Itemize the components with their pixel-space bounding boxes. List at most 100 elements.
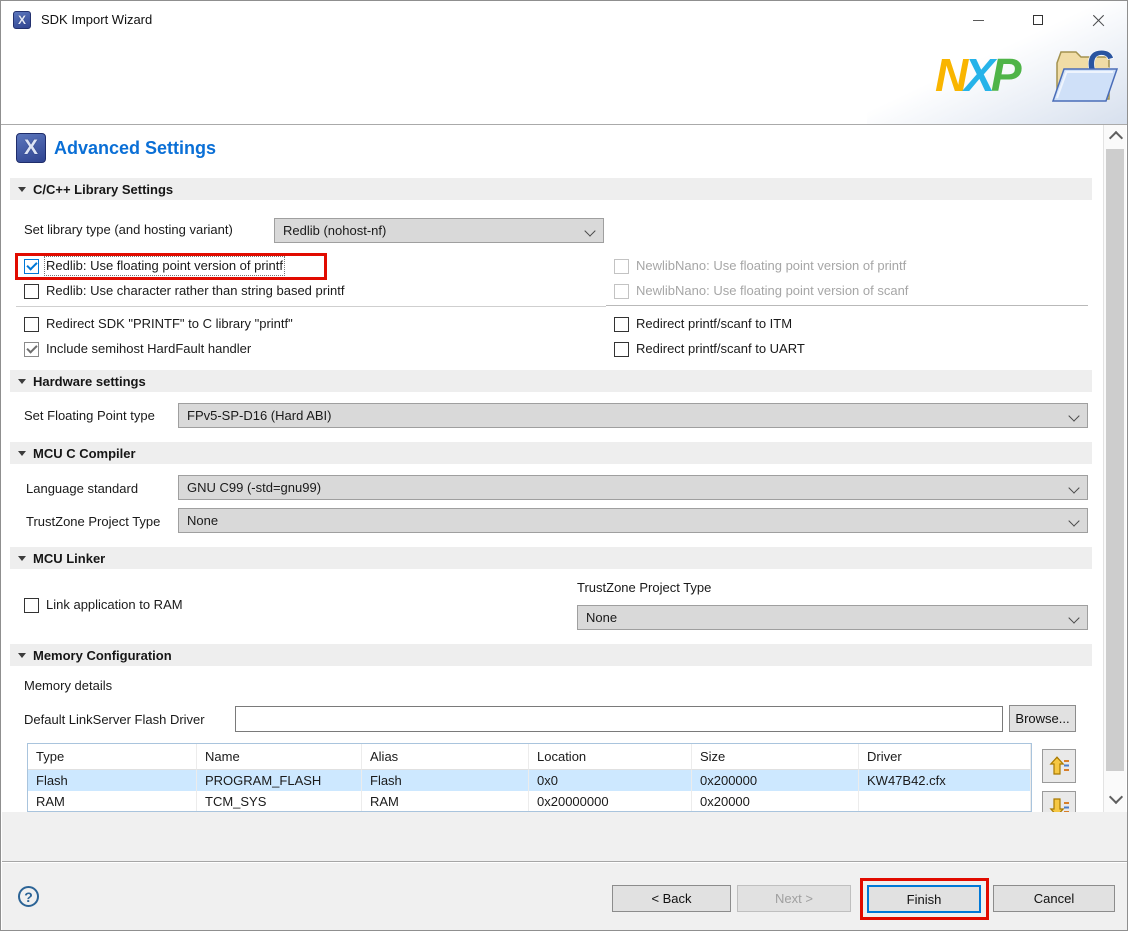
browse-button[interactable]: Browse... [1009, 705, 1076, 732]
cell-name: TCM_SYS [197, 791, 362, 811]
section-mcu-c-compiler[interactable]: MCU C Compiler [10, 442, 1092, 464]
move-up-button[interactable] [1042, 749, 1076, 783]
checkbox-unchecked-icon [614, 258, 629, 274]
cancel-button[interactable]: Cancel [993, 885, 1115, 912]
checkbox-redirect-uart[interactable]: Redirect printf/scanf to UART [614, 341, 805, 357]
page-title: Advanced Settings [54, 138, 217, 158]
section-memory-configuration[interactable]: Memory Configuration [10, 644, 1092, 666]
move-down-button[interactable] [1042, 791, 1076, 812]
table-row-ram[interactable]: RAM TCM_SYS RAM 0x20000000 0x20000 [28, 791, 1031, 811]
cell-driver: KW47B42.cfx [859, 770, 1031, 791]
checkbox-label: Redirect SDK "PRINTF" to C library "prin… [46, 316, 293, 331]
section-hardware-settings[interactable]: Hardware settings [10, 370, 1092, 392]
checkbox-label: Redirect printf/scanf to UART [636, 341, 805, 356]
checkbox-link-application-to-ram[interactable]: Link application to RAM [24, 597, 183, 613]
flash-driver-input[interactable] [235, 706, 1003, 732]
window-title: SDK Import Wizard [41, 12, 153, 27]
column-header-driver[interactable]: Driver [859, 744, 1031, 770]
memory-table[interactable]: Type Name Alias Location Size Driver Fla… [27, 743, 1032, 812]
group-separator [16, 306, 606, 307]
cell-size: 0x200000 [692, 770, 859, 791]
app-icon: X [13, 11, 31, 29]
help-icon[interactable]: ? [18, 886, 39, 907]
scrollbar-up-icon[interactable] [1108, 130, 1124, 146]
checkbox-newlibnano-float-scanf: NewlibNano: Use floating point version o… [614, 283, 908, 299]
cell-size: 0x20000 [692, 791, 859, 811]
checkbox-label: Include semihost HardFault handler [46, 341, 252, 356]
section-mcu-linker[interactable]: MCU Linker [10, 547, 1092, 569]
floating-point-dropdown[interactable]: FPv5-SP-D16 (Hard ABI) [178, 403, 1088, 428]
section-title: C/C++ Library Settings [33, 181, 174, 197]
section-title: MCU C Compiler [33, 445, 136, 461]
checkbox-redirect-sdk-printf[interactable]: Redirect SDK "PRINTF" to C library "prin… [24, 316, 293, 332]
nxp-logo: NXP [935, 45, 1022, 105]
linker-trustzone-dropdown[interactable]: None [577, 605, 1088, 630]
chevron-down-icon [584, 225, 596, 237]
checkbox-redlib-char-printf[interactable]: Redlib: Use character rather than string… [24, 283, 344, 299]
linker-trustzone-value: None [586, 610, 618, 625]
cell-type: Flash [28, 770, 197, 791]
compiler-trustzone-value: None [187, 513, 219, 528]
checkbox-label: Redlib: Use floating point version of pr… [43, 256, 286, 276]
library-type-dropdown[interactable]: Redlib (nohost-nf) [274, 218, 604, 243]
checkbox-include-semihost-hardfault[interactable]: Include semihost HardFault handler [24, 341, 251, 357]
content-footer-spacer [2, 812, 1127, 862]
language-standard-dropdown[interactable]: GNU C99 (-std=gnu99) [178, 475, 1088, 500]
cell-location: 0x20000000 [529, 791, 692, 811]
linker-trustzone-label: TrustZone Project Type [577, 580, 712, 595]
set-library-type-label: Set library type (and hosting variant) [24, 222, 233, 237]
checkbox-unchecked-icon [614, 283, 629, 299]
checkbox-redirect-itm[interactable]: Redirect printf/scanf to ITM [614, 316, 792, 332]
group-separator [606, 305, 1088, 306]
column-header-location[interactable]: Location [529, 744, 692, 770]
checkbox-newlibnano-float-printf: NewlibNano: Use floating point version o… [614, 258, 906, 274]
cell-type: RAM [28, 791, 197, 811]
cell-alias: Flash [362, 770, 529, 791]
library-type-value: Redlib (nohost-nf) [283, 223, 387, 238]
section-library-settings[interactable]: C/C++ Library Settings [10, 178, 1092, 200]
table-header-row: Type Name Alias Location Size Driver [28, 744, 1031, 770]
wizard-content: X Advanced Settings C/C++ Library Settin… [2, 125, 1127, 812]
column-header-name[interactable]: Name [197, 744, 362, 770]
nxp-letter-x: X [964, 49, 995, 101]
arrow-down-icon [1049, 798, 1069, 812]
cell-location: 0x0 [529, 770, 692, 791]
table-row-flash[interactable]: Flash PROGRAM_FLASH Flash 0x0 0x200000 K… [28, 770, 1031, 791]
checkbox-unchecked-icon [614, 316, 629, 332]
floating-point-label: Set Floating Point type [24, 408, 155, 423]
checkbox-redlib-float-printf[interactable]: Redlib: Use floating point version of pr… [24, 256, 286, 276]
collapse-triangle-icon [18, 652, 26, 658]
vertical-scrollbar[interactable] [1103, 125, 1126, 812]
column-header-size[interactable]: Size [692, 744, 859, 770]
collapse-triangle-icon [18, 186, 26, 192]
chevron-down-icon [1068, 482, 1080, 494]
memory-details-label: Memory details [24, 678, 113, 693]
back-button[interactable]: < Back [612, 885, 731, 912]
language-standard-label: Language standard [26, 481, 139, 496]
section-title: Memory Configuration [33, 647, 172, 663]
column-header-alias[interactable]: Alias [362, 744, 529, 770]
chevron-down-icon [1068, 612, 1080, 624]
checkbox-unchecked-icon [614, 341, 629, 357]
scrollbar-down-icon[interactable] [1108, 789, 1124, 805]
section-title: MCU Linker [33, 550, 106, 566]
cell-driver [859, 791, 1031, 811]
chevron-down-icon [1068, 410, 1080, 422]
cell-name: PROGRAM_FLASH [197, 770, 362, 791]
checkbox-unchecked-icon [24, 316, 39, 332]
column-header-type[interactable]: Type [28, 744, 197, 770]
button-bar: ? < Back Next > Finish Cancel [2, 863, 1127, 930]
section-title: Hardware settings [33, 373, 146, 389]
checkbox-label: NewlibNano: Use floating point version o… [636, 258, 907, 273]
collapse-triangle-icon [18, 378, 26, 384]
checkbox-label: Redirect printf/scanf to ITM [636, 316, 793, 331]
scrollbar-thumb[interactable] [1106, 149, 1124, 771]
arrow-up-icon [1049, 756, 1069, 775]
back-button-label: < Back [651, 891, 692, 906]
checkbox-unchecked-icon [24, 597, 39, 613]
finish-button[interactable]: Finish [867, 885, 981, 913]
compiler-trustzone-dropdown[interactable]: None [178, 508, 1088, 533]
browse-button-label: Browse... [1015, 711, 1070, 726]
sdk-import-wizard-window: X SDK Import Wizard NXP C X Advanced Set… [0, 0, 1128, 931]
collapse-triangle-icon [18, 555, 26, 561]
